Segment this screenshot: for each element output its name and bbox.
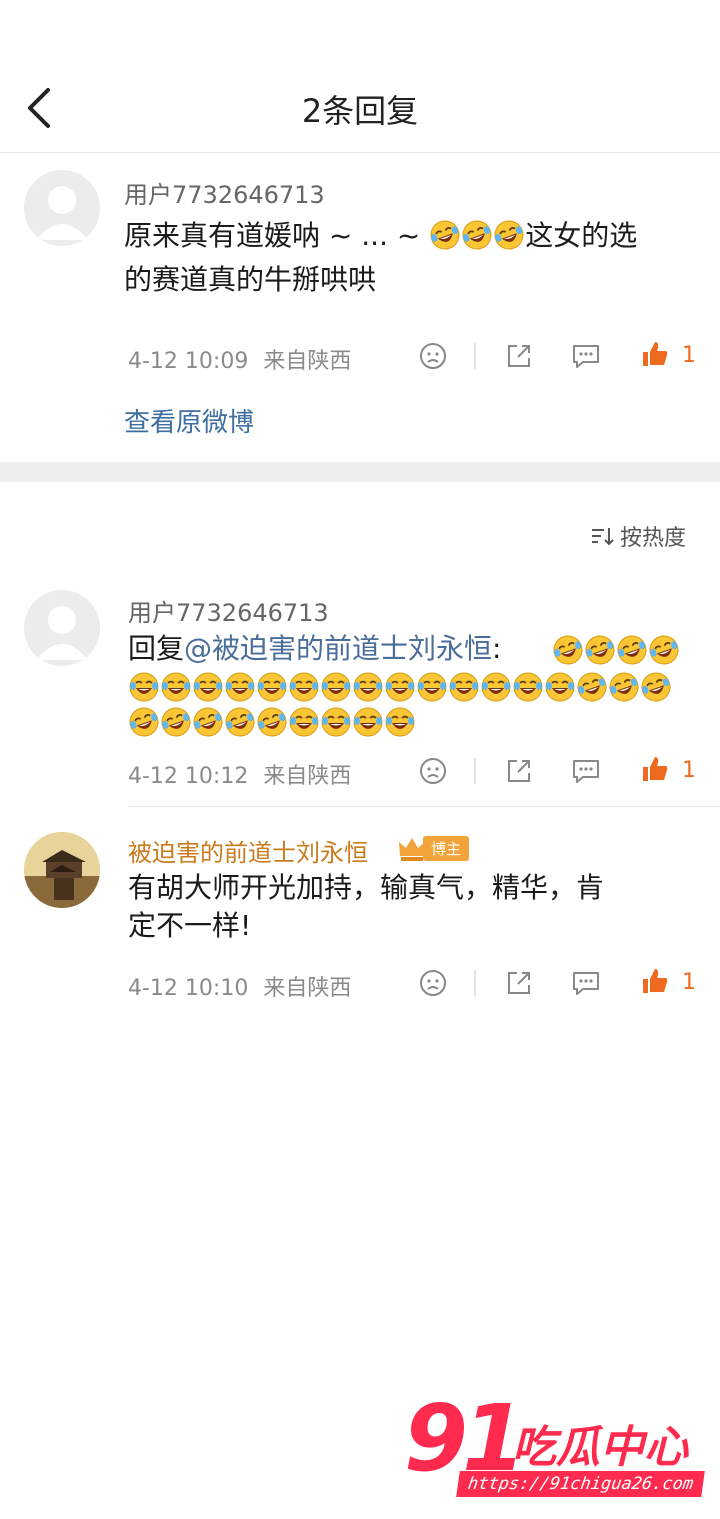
view-original-link[interactable]: 查看原微博 [124, 402, 254, 439]
avatar[interactable] [24, 832, 100, 908]
like-thumb-icon[interactable] [640, 339, 670, 369]
dislike-face-icon[interactable] [418, 968, 448, 998]
laugh-cry-emoji-icon [225, 707, 255, 737]
reply-text-line1: 有胡大师开光加持，输真气，精华，肯 [128, 871, 605, 904]
reply-location: 来自陕西 [263, 976, 352, 1001]
laugh-cry-emoji-icon [385, 672, 415, 702]
emoji-row [128, 706, 416, 738]
avatar[interactable] [24, 590, 100, 666]
divider [474, 343, 476, 369]
sort-button[interactable]: 按热度 [590, 520, 686, 552]
mention-link[interactable]: @被迫害的前道士刘永恒 [184, 632, 492, 665]
laugh-cry-emoji-icon [353, 672, 383, 702]
reply-text: 回复@被迫害的前道士刘永恒: [128, 630, 501, 668]
reply-username[interactable]: 用户7732646713 [128, 593, 329, 628]
share-icon[interactable] [504, 968, 534, 998]
reply-meta: 4-12 10:12 来自陕西 [128, 758, 351, 790]
sort-icon [592, 528, 614, 546]
like-thumb-icon[interactable] [640, 754, 670, 784]
comment-bubble-icon[interactable] [571, 968, 601, 998]
emoji-row [128, 671, 672, 703]
share-icon[interactable] [504, 341, 534, 371]
laugh-cry-emoji-icon [513, 672, 543, 702]
comment-location: 来自陕西 [263, 349, 352, 374]
divider [474, 758, 476, 784]
like-count: 1 [682, 758, 696, 783]
top-bar: 2条回复 [0, 0, 720, 153]
sort-label: 按热度 [620, 526, 687, 551]
reply-prefix: 回复 [128, 632, 185, 665]
laugh-cry-emoji-icon [257, 672, 287, 702]
reply-text-line2: 定不一样! [128, 909, 252, 942]
laugh-cry-emoji-icon [649, 635, 679, 665]
like-count: 1 [682, 970, 696, 995]
default-avatar-icon [24, 590, 100, 666]
laugh-cry-emoji-icon [609, 672, 639, 702]
laugh-cry-emoji-icon [161, 707, 191, 737]
comment-text: 原来真有道媛呐 ~ ... ~ 这女的选 的赛道真的牛掰哄哄 [124, 217, 704, 299]
emoji-row [552, 634, 680, 666]
laugh-cry-emoji-icon [449, 672, 479, 702]
comment-bubble-icon[interactable] [571, 341, 601, 371]
laugh-cry-emoji-icon [193, 672, 223, 702]
reply-location: 来自陕西 [263, 764, 352, 789]
laugh-cry-emoji-icon [462, 220, 492, 250]
laugh-cry-emoji-icon [353, 707, 383, 737]
temple-avatar-icon [24, 832, 100, 908]
share-icon[interactable] [504, 756, 534, 786]
laugh-cry-emoji-icon [577, 672, 607, 702]
laugh-cry-emoji-icon [481, 672, 511, 702]
avatar[interactable] [24, 170, 100, 246]
page-title: 2条回复 [301, 92, 419, 130]
laugh-cry-emoji-icon [321, 672, 351, 702]
blogger-username[interactable]: 被迫害的前道士刘永恒 [128, 833, 368, 868]
laugh-cry-emoji-icon [225, 672, 255, 702]
reply-time: 4-12 10:12 [128, 764, 249, 789]
reply-meta: 4-12 10:10 来自陕西 [128, 970, 351, 1002]
comment-text-part: 原来真有道媛呐 ~ ... ~ [124, 219, 430, 252]
laugh-cry-emoji-icon [193, 707, 223, 737]
section-divider [0, 462, 720, 482]
reply-colon: : [492, 632, 502, 665]
laugh-cry-emoji-icon [494, 220, 524, 250]
laugh-cry-emoji-icon [617, 635, 647, 665]
comment-time: 4-12 10:09 [128, 349, 249, 374]
default-avatar-icon [24, 170, 100, 246]
laugh-cry-emoji-icon [553, 635, 583, 665]
reply-separator [128, 806, 720, 807]
laugh-cry-emoji-icon [321, 707, 351, 737]
laugh-cry-emoji-icon [641, 672, 671, 702]
comment-meta: 4-12 10:09 来自陕西 [128, 343, 351, 375]
laugh-cry-emoji-icon [545, 672, 575, 702]
laugh-cry-emoji-icon [430, 220, 460, 250]
watermark: 91 吃瓜中心 https://91chigua26.com [400, 1385, 705, 1505]
laugh-cry-emoji-icon [161, 672, 191, 702]
blogger-badge: 博主 [397, 834, 470, 862]
comment-username[interactable]: 用户7732646713 [124, 175, 325, 210]
comment-text-line2: 的赛道真的牛掰哄哄 [124, 263, 377, 296]
watermark-url: https://91chigua26.com [456, 1471, 705, 1497]
laugh-cry-emoji-icon [585, 635, 615, 665]
reply-time: 4-12 10:10 [128, 976, 249, 1001]
reply-text: 有胡大师开光加持，输真气，精华，肯 定不一样! [128, 869, 708, 945]
emoji-group [429, 219, 525, 261]
like-count: 1 [682, 343, 696, 368]
dislike-face-icon[interactable] [418, 756, 448, 786]
divider [474, 970, 476, 996]
laugh-cry-emoji-icon [417, 672, 447, 702]
laugh-cry-emoji-icon [129, 672, 159, 702]
laugh-cry-emoji-icon [385, 707, 415, 737]
comment-bubble-icon[interactable] [571, 756, 601, 786]
laugh-cry-emoji-icon [289, 707, 319, 737]
comment-text-part: 这女的选 [525, 219, 638, 252]
dislike-face-icon[interactable] [418, 341, 448, 371]
laugh-cry-emoji-icon [257, 707, 287, 737]
like-thumb-icon[interactable] [640, 966, 670, 996]
badge-label: 博主 [423, 835, 470, 861]
watermark-brand: 吃瓜中心 [512, 1422, 688, 1473]
laugh-cry-emoji-icon [129, 707, 159, 737]
laugh-cry-emoji-icon [289, 672, 319, 702]
